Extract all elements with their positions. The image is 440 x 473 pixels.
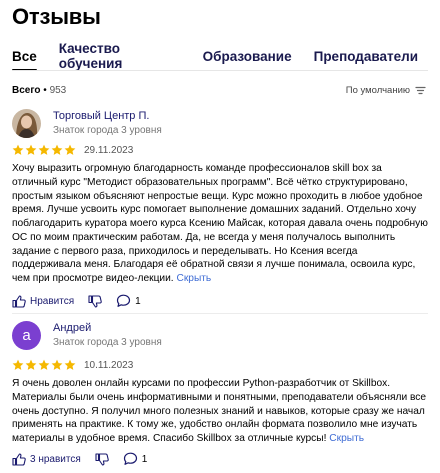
star-icon [38,359,50,370]
review-author[interactable]: Торговый Центр П. [53,110,149,122]
star-rating [12,144,76,156]
total-label: Всего [12,85,41,96]
thumbs-up-icon [12,452,26,466]
star-rating [12,359,76,371]
star-icon [64,359,76,370]
comments-count: 1 [141,453,148,465]
star-icon [64,144,76,155]
thumbs-down-icon [88,294,102,308]
star-icon [38,144,50,155]
review-divider [12,313,428,314]
avatar[interactable]: а [12,321,41,350]
like-label: Нравится [30,295,75,307]
comments-count: 1 [135,295,141,307]
star-icon [12,359,24,370]
thumbs-up-icon [12,294,26,308]
like-label: 3 нравится [30,453,81,465]
star-icon [12,144,24,155]
tabs-divider [12,70,428,71]
star-icon [25,359,37,370]
review-date: 10.11.2023 [84,359,134,371]
reviews-total: Всего • 953 [12,85,67,96]
author-level: Знаток города 3 уровня [53,125,162,136]
review-actions: Нравится 1 [12,294,155,308]
page-title: Отзывы [12,4,101,29]
review-actions: 3 нравится 1 [12,452,161,466]
avatar-letter: а [22,327,31,344]
sort-dropdown[interactable]: По умолчанию [346,85,426,96]
rating-row: 29.11.2023 [12,144,133,156]
like-button[interactable]: Нравится [12,294,75,308]
reviews-page: Отзывы Все Качество обучения Образование… [0,0,440,473]
star-icon [51,144,63,155]
tab-teachers[interactable]: Преподаватели [314,49,418,71]
sort-icon [415,86,426,95]
collapse-link[interactable]: Скрыть [329,433,364,444]
comments-button[interactable]: 1 [116,294,141,308]
author-level: Знаток города 3 уровня [53,337,162,348]
avatar[interactable] [12,109,41,138]
comment-icon [117,294,131,307]
review-date: 29.11.2023 [84,144,134,156]
star-icon [51,359,63,370]
review-body: Хочу выразить огромную благодарность ком… [12,163,428,284]
sort-label: По умолчанию [345,85,410,96]
thumbs-down-icon [95,452,109,466]
review-text: Хочу выразить огромную благодарность ком… [12,162,428,286]
comments-button[interactable]: 1 [123,452,148,466]
dislike-button[interactable] [88,294,102,308]
like-button[interactable]: 3 нравится [12,452,81,466]
review-text: Я очень доволен онлайн курсами по профес… [12,377,428,446]
collapse-link[interactable]: Скрыть [176,273,211,284]
star-icon [25,144,37,155]
review-tabs: Все Качество обучения Образование Препод… [12,41,440,78]
rating-row: 10.11.2023 [12,359,133,371]
tab-education[interactable]: Образование [203,49,292,71]
dislike-button[interactable] [95,452,109,466]
comment-icon [123,452,137,465]
review-author[interactable]: Андрей [53,322,91,334]
tab-teaching-quality[interactable]: Качество обучения [59,41,181,78]
total-count: 953 [49,85,67,96]
tab-all[interactable]: Все [12,49,37,71]
